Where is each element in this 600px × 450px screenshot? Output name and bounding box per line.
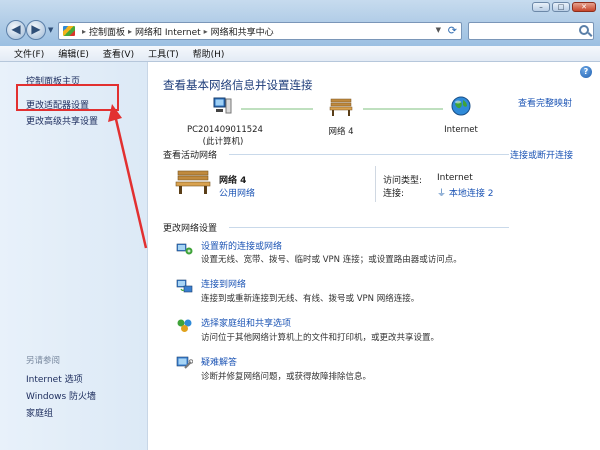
sidebar-item-windows-firewall[interactable]: Windows 防火墙 xyxy=(26,389,96,402)
menu-view[interactable]: 查看(V) xyxy=(103,47,134,60)
bench-icon xyxy=(329,98,353,116)
control-panel-icon xyxy=(63,26,75,36)
ethernet-plug-icon: ⏚ xyxy=(437,189,447,199)
internet-node-name: Internet xyxy=(444,125,478,135)
active-network-name: 网络 4 xyxy=(219,176,247,186)
breadcrumb-network-internet[interactable]: 网络和 Internet xyxy=(135,25,201,38)
breadcrumb-separator-icon[interactable]: ▸ xyxy=(204,27,208,36)
address-bar[interactable]: ▸ 控制面板 ▸ 网络和 Internet ▸ 网络和共享中心 ▼ ⟳ xyxy=(58,22,462,40)
change-settings-header: 更改网络设置 xyxy=(163,224,218,234)
vertical-divider xyxy=(375,166,376,202)
main-panel: ? 查看基本网络信息并设置连接 查看完整映射 PC201409011524 (此… xyxy=(149,62,600,450)
connect-to-network-link[interactable]: 连接到网络 xyxy=(201,277,246,290)
sidebar: 控制面板主页 更改适配器设置 更改高级共享设置 另请参阅 Internet 选项… xyxy=(0,62,148,450)
breadcrumb-separator-icon[interactable]: ▸ xyxy=(128,27,132,36)
setup-new-connection-link[interactable]: 设置新的连接或网络 xyxy=(201,239,282,252)
window-controls: – □ ✕ xyxy=(532,2,596,12)
page-title: 查看基本网络信息并设置连接 xyxy=(163,78,313,92)
troubleshoot-icon xyxy=(176,356,193,369)
menu-help[interactable]: 帮助(H) xyxy=(193,47,225,60)
connections-label: 连接: xyxy=(383,189,405,199)
homegroup-sharing-link[interactable]: 选择家庭组和共享选项 xyxy=(201,316,291,329)
menu-file[interactable]: 文件(F) xyxy=(14,47,44,60)
help-icon[interactable]: ? xyxy=(580,66,592,78)
sidebar-item-change-advanced-sharing[interactable]: 更改高级共享设置 xyxy=(26,114,98,127)
see-also-title: 另请参阅 xyxy=(26,356,61,366)
network-type-link[interactable]: 公用网络 xyxy=(219,186,255,199)
new-connection-icon xyxy=(176,243,193,255)
computer-icon xyxy=(213,97,232,114)
sidebar-item-internet-options[interactable]: Internet 选项 xyxy=(26,372,83,385)
forward-button[interactable]: ▶ xyxy=(26,20,46,40)
setup-new-connection-desc: 设置无线、宽带、拨号、临时或 VPN 连接；或设置路由器或访问点。 xyxy=(201,255,462,265)
network-node-name: 网络 4 xyxy=(328,127,354,137)
troubleshoot-desc: 诊断并修复网络问题，或获得故障排除信息。 xyxy=(201,372,372,382)
view-full-map-link[interactable]: 查看完整映射 xyxy=(518,96,572,109)
map-node-computer[interactable]: PC201409011524 (此计算机) xyxy=(187,96,263,147)
connect-network-icon xyxy=(176,279,193,293)
access-type-value: Internet xyxy=(437,173,473,183)
breadcrumb-separator-icon[interactable]: ▸ xyxy=(82,27,86,36)
section-divider xyxy=(229,227,509,228)
breadcrumb-control-panel[interactable]: 控制面板 xyxy=(89,25,125,38)
close-button[interactable]: ✕ xyxy=(572,2,596,12)
section-divider xyxy=(229,154,509,155)
computer-subtitle: (此计算机) xyxy=(202,137,244,147)
access-type-label: 访问类型: xyxy=(383,176,423,186)
menu-tools[interactable]: 工具(T) xyxy=(148,47,179,60)
recent-pages-chevron-icon[interactable]: ▼ xyxy=(48,26,53,34)
bench-icon xyxy=(175,170,211,194)
active-networks-header: 查看活动网络 xyxy=(163,151,218,161)
refresh-icon[interactable]: ⟳ xyxy=(448,24,457,37)
breadcrumb-network-sharing-center[interactable]: 网络和共享中心 xyxy=(211,25,274,38)
map-node-network[interactable]: 网络 4 xyxy=(319,96,363,137)
connect-disconnect-link[interactable]: 连接或断开连接 xyxy=(510,148,573,161)
back-button[interactable]: ◀ xyxy=(6,20,26,40)
address-dropdown-icon[interactable]: ▼ xyxy=(436,26,441,34)
map-connection-line xyxy=(363,108,443,110)
local-connection-link[interactable]: 本地连接 2 xyxy=(449,189,494,199)
map-node-internet[interactable]: Internet xyxy=(439,96,483,135)
maximize-button[interactable]: □ xyxy=(552,2,570,12)
globe-icon xyxy=(451,96,471,116)
homegroup-sharing-desc: 访问位于其他网络计算机上的文件和打印机，或更改共享设置。 xyxy=(201,333,440,343)
menu-edit[interactable]: 编辑(E) xyxy=(58,47,89,60)
minimize-button[interactable]: – xyxy=(532,2,550,12)
computer-name: PC201409011524 xyxy=(187,125,263,135)
troubleshoot-link[interactable]: 疑难解答 xyxy=(201,355,237,368)
connection-link[interactable]: ⏚ 本地连接 2 xyxy=(437,186,493,199)
sidebar-item-homegroup[interactable]: 家庭组 xyxy=(26,406,53,419)
homegroup-icon xyxy=(177,319,192,332)
search-input[interactable] xyxy=(468,22,594,40)
menu-bar: 文件(F) 编辑(E) 查看(V) 工具(T) 帮助(H) xyxy=(0,46,600,62)
title-bar: – □ ✕ ◀ ▶ ▼ ▸ 控制面板 ▸ 网络和 Internet ▸ 网络和共… xyxy=(0,0,600,46)
connect-to-network-desc: 连接到或重新连接到无线、有线、拨号或 VPN 网络连接。 xyxy=(201,294,420,304)
search-icon[interactable] xyxy=(579,25,589,35)
highlight-box xyxy=(16,84,119,111)
